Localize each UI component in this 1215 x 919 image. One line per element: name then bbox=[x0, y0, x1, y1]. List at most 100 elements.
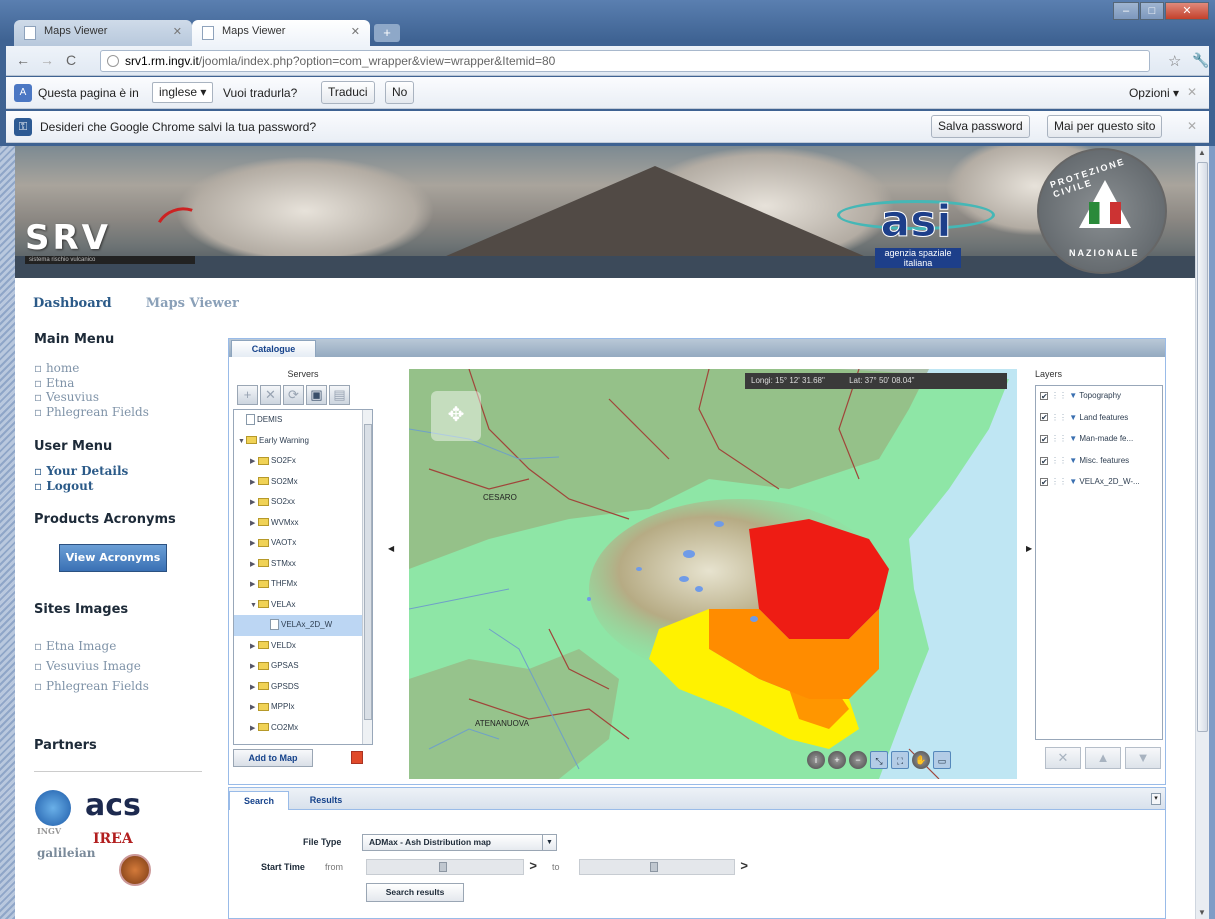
expand-arrow-icon[interactable]: ▶ bbox=[250, 739, 258, 744]
translate-button[interactable]: Traduci bbox=[321, 81, 375, 104]
layer-row[interactable]: ✔ ⋮⋮ ▼ VELAx_2D_W-... bbox=[1036, 472, 1162, 494]
remove-server-icon[interactable]: ✕ bbox=[260, 385, 281, 405]
tree-item[interactable]: DEMIS bbox=[234, 410, 372, 431]
minimize-button[interactable]: – bbox=[1113, 2, 1139, 20]
back-arrow-icon[interactable]: ← bbox=[16, 52, 30, 68]
pan-hand-icon[interactable]: ✋ bbox=[912, 751, 930, 769]
layer-checkbox[interactable]: ✔ bbox=[1040, 413, 1048, 422]
start-time-from-slider[interactable]: > bbox=[366, 858, 537, 875]
expand-arrow-icon[interactable]: ▶ bbox=[250, 514, 258, 534]
forward-arrow-icon[interactable]: → bbox=[40, 52, 54, 68]
chevron-right-icon[interactable]: > bbox=[529, 858, 537, 873]
new-tab-button[interactable]: + bbox=[374, 24, 400, 42]
expand-arrow-icon[interactable]: ▶ bbox=[250, 473, 258, 493]
zoom-extent-icon[interactable]: ⛶ bbox=[891, 751, 909, 769]
expand-arrow-icon[interactable]: ▶ bbox=[250, 698, 258, 718]
tree-folder[interactable]: ▶ THFMx bbox=[234, 574, 372, 595]
layer-row[interactable]: ✔ ⋮⋮ ▼ Land features bbox=[1036, 408, 1162, 430]
nav-maps-viewer[interactable]: Maps Viewer bbox=[146, 296, 239, 311]
expand-arrow-icon[interactable]: ▼ bbox=[238, 432, 246, 452]
tree-scrollbar-thumb[interactable] bbox=[364, 424, 372, 720]
collapse-left-icon[interactable]: ◀ bbox=[388, 544, 394, 553]
layer-row[interactable]: ✔ ⋮⋮ ▼ Man-made fe... bbox=[1036, 429, 1162, 451]
expand-arrow-icon[interactable]: ▼ bbox=[250, 596, 258, 616]
expand-arrow-icon[interactable]: ▶ bbox=[250, 575, 258, 595]
site-vesuvius-image[interactable]: ▫ Vesuvius Image bbox=[34, 659, 141, 673]
slider-knob[interactable] bbox=[439, 862, 447, 872]
drag-handle-icon[interactable]: ⋮⋮ bbox=[1051, 456, 1069, 465]
start-time-to-slider[interactable]: > bbox=[579, 858, 748, 875]
zoom-out-icon[interactable]: − bbox=[849, 751, 867, 769]
collapse-search-icon[interactable]: ▾ bbox=[1151, 793, 1161, 805]
close-window-button[interactable]: ✕ bbox=[1165, 2, 1209, 20]
bookmark-star-icon[interactable]: ☆ bbox=[1168, 52, 1181, 70]
chevron-down-icon[interactable]: ▼ bbox=[542, 835, 556, 850]
move-layer-down-icon[interactable]: ▼ bbox=[1125, 747, 1161, 769]
close-tab-icon[interactable]: ✕ bbox=[351, 25, 360, 38]
tab-results[interactable]: Results bbox=[297, 791, 355, 810]
move-layer-up-icon[interactable]: ▲ bbox=[1085, 747, 1121, 769]
slider-knob[interactable] bbox=[650, 862, 658, 872]
layer-checkbox[interactable]: ✔ bbox=[1040, 391, 1048, 400]
tree-folder[interactable]: ▶ WVMxx bbox=[234, 513, 372, 534]
menu-item-etna[interactable]: ▫ Etna bbox=[34, 376, 74, 390]
expand-arrow-icon[interactable]: ▶ bbox=[250, 719, 258, 739]
tree-folder[interactable]: ▶ SDMAx bbox=[234, 738, 372, 744]
wrench-icon[interactable]: 🔧 bbox=[1192, 52, 1209, 69]
view-acronyms-button[interactable]: View Acronyms bbox=[59, 544, 167, 572]
page-scrollbar-thumb[interactable] bbox=[1197, 162, 1208, 732]
browser-tab-2[interactable]: Maps Viewer ✕ bbox=[192, 20, 370, 46]
tree-folder[interactable]: ▶ STMxx bbox=[234, 554, 372, 575]
tree-folder[interactable]: ▶ MPPIx bbox=[234, 697, 372, 718]
tree-folder[interactable]: ▶ GPSDS bbox=[234, 677, 372, 698]
chevron-right-icon[interactable]: > bbox=[740, 858, 748, 873]
drag-handle-icon[interactable]: ⋮⋮ bbox=[1051, 391, 1069, 400]
save-icon[interactable]: ▣ bbox=[306, 385, 327, 405]
close-tab-icon[interactable]: ✕ bbox=[173, 25, 182, 38]
no-translate-button[interactable]: No bbox=[385, 81, 415, 104]
remove-icon[interactable] bbox=[351, 751, 363, 764]
tree-folder[interactable]: ▼ VELAx bbox=[234, 595, 372, 616]
drag-handle-icon[interactable]: ⋮⋮ bbox=[1051, 477, 1069, 486]
site-phlegrean-fields[interactable]: ▫ Phlegrean Fields bbox=[34, 679, 149, 693]
refresh-server-icon[interactable]: ⟳ bbox=[283, 385, 304, 405]
language-select[interactable]: inglese ▾ bbox=[152, 82, 214, 103]
reload-icon[interactable]: C bbox=[66, 52, 76, 68]
edit-server-icon[interactable]: ▤ bbox=[329, 385, 350, 405]
menu-item-phlegrean[interactable]: ▫ Phlegrean Fields bbox=[34, 405, 149, 419]
site-etna-image[interactable]: ▫ Etna Image bbox=[34, 639, 116, 653]
expand-arrow-icon[interactable]: ▶ bbox=[250, 534, 258, 554]
layer-row[interactable]: ✔ ⋮⋮ ▼ Misc. features bbox=[1036, 451, 1162, 473]
layer-checkbox[interactable]: ✔ bbox=[1040, 478, 1048, 487]
search-results-button[interactable]: Search results bbox=[366, 883, 464, 902]
never-save-button[interactable]: Mai per questo sito bbox=[1047, 115, 1163, 138]
drag-handle-icon[interactable]: ⋮⋮ bbox=[1051, 434, 1069, 443]
tree-folder[interactable]: ▶ GPSAS bbox=[234, 656, 372, 677]
save-password-button[interactable]: Salva password bbox=[931, 115, 1030, 138]
tree-folder[interactable]: ▶ SO2Mx bbox=[234, 472, 372, 493]
tab-catalogue[interactable]: Catalogue bbox=[231, 340, 316, 357]
add-server-icon[interactable]: + bbox=[237, 385, 258, 405]
pan-control[interactable]: ✥ bbox=[431, 391, 481, 441]
zoom-in-icon[interactable]: + bbox=[828, 751, 846, 769]
scroll-down-icon[interactable]: ▼ bbox=[1198, 908, 1206, 917]
drag-handle-icon[interactable]: ⋮⋮ bbox=[1051, 413, 1069, 422]
expand-arrow-icon[interactable]: ▶ bbox=[250, 678, 258, 698]
map-view[interactable]: Longi: 15° 12' 31.68" Lat: 37° 50' 08.04… bbox=[409, 369, 1017, 779]
tree-folder[interactable]: ▶ SO2Fx bbox=[234, 451, 372, 472]
tree-folder[interactable]: ▶ VELDx bbox=[234, 636, 372, 657]
translate-options[interactable]: Opzioni ▾ bbox=[1129, 86, 1179, 100]
close-infobar-icon[interactable]: ✕ bbox=[1187, 85, 1197, 99]
tree-folder[interactable]: ▼ Early Warning bbox=[234, 431, 372, 452]
menu-item-your-details[interactable]: ▫ Your Details bbox=[34, 464, 128, 478]
tab-search[interactable]: Search bbox=[229, 791, 289, 810]
scroll-up-icon[interactable]: ▲ bbox=[1198, 148, 1206, 157]
layer-checkbox[interactable]: ✔ bbox=[1040, 456, 1048, 465]
measure-icon[interactable]: ▭ bbox=[933, 751, 951, 769]
collapse-right-icon[interactable]: ▶ bbox=[1026, 544, 1032, 553]
file-type-select[interactable]: ADMax - Ash Distribution map ▼ bbox=[362, 834, 557, 851]
layer-checkbox[interactable]: ✔ bbox=[1040, 435, 1048, 444]
nav-dashboard[interactable]: Dashboard bbox=[33, 296, 112, 311]
page-scrollbar[interactable]: ▲ ▼ bbox=[1195, 146, 1209, 919]
address-bar[interactable]: srv1.rm.ingv.it/joomla/index.php?option=… bbox=[100, 50, 1150, 72]
